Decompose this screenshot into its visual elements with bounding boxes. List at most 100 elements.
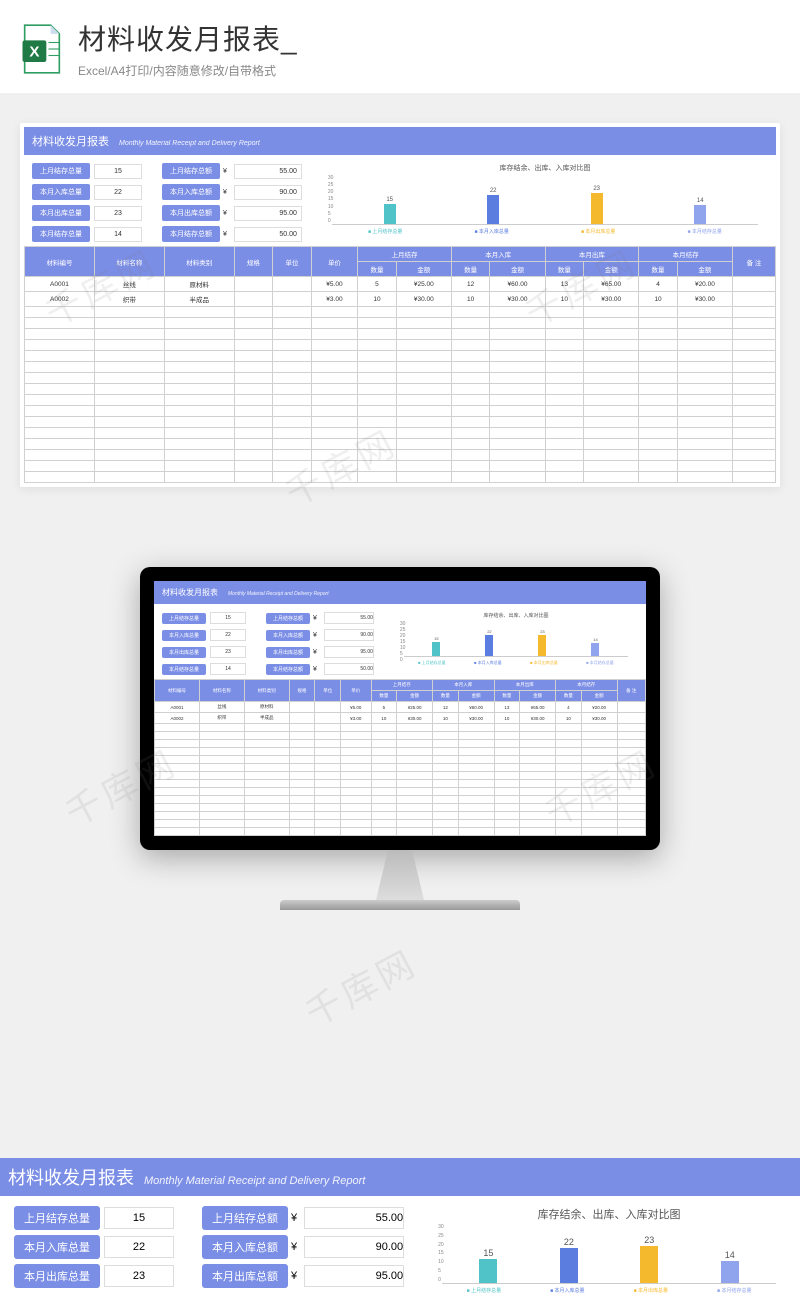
legend-item: 本月出库总量 xyxy=(581,228,615,235)
table-row xyxy=(155,732,646,740)
summary-section: 上月结存总量15本月入库总量22本月出库总量23本月结存总量14上月结存总额¥5… xyxy=(24,155,776,246)
summary-amt-item: 本月出库总额¥95.00 xyxy=(162,205,302,221)
table-row: A0001丝线原材料¥5.005¥25.0012¥60.0013¥65.004¥… xyxy=(25,277,776,292)
page-subtitle: Excel/A4打印/内容随意修改/自带格式 xyxy=(78,62,298,79)
comparison-chart: 库存结余、出库、入库对比图 30252015105015222314 上月结存总… xyxy=(432,1206,786,1294)
watermark: 千库网 xyxy=(295,935,425,1037)
table-row xyxy=(155,748,646,756)
legend-item: 本月结存总量 xyxy=(717,1287,751,1294)
monitor-mockup: 材料收发月报表 Monthly Material Receipt and Del… xyxy=(140,567,660,910)
table-row xyxy=(155,804,646,812)
chart-bar: 23 xyxy=(538,629,546,656)
table-row xyxy=(155,756,646,764)
summary-amt-item: 本月结存总额¥50.00 xyxy=(162,226,302,242)
summary-amt-item: 本月出库总额¥95.00 xyxy=(266,646,374,658)
table-row xyxy=(155,780,646,788)
legend-item: 上月结存总量 xyxy=(418,660,446,666)
table-row xyxy=(155,820,646,828)
summary-amt-item: 本月入库总额¥90.00 xyxy=(162,184,302,200)
report-title-cn: 材料收发月报表 xyxy=(32,133,109,149)
chart-bar: 23 xyxy=(640,1235,658,1283)
table-row xyxy=(155,788,646,796)
summary-qty-item: 本月出库总量23 xyxy=(32,205,142,221)
legend-item: 本月出库总量 xyxy=(530,660,558,666)
svg-text:X: X xyxy=(29,43,39,60)
table-row xyxy=(25,406,776,417)
table-row xyxy=(155,772,646,780)
table-row xyxy=(25,329,776,340)
table-row xyxy=(25,395,776,406)
report-title-bar: 材料收发月报表 Monthly Material Receipt and Del… xyxy=(154,581,646,604)
report-title-cn: 材料收发月报表 xyxy=(8,1164,134,1190)
table-row xyxy=(155,812,646,820)
page-header: X 材料收发月报表_ Excel/A4打印/内容随意修改/自带格式 xyxy=(0,0,800,93)
summary-qty-item: 本月结存总量14 xyxy=(162,663,246,675)
chart-bar: 15 xyxy=(432,636,440,656)
table-row xyxy=(25,384,776,395)
table-row xyxy=(25,318,776,329)
table-row xyxy=(25,461,776,472)
template-preview-closeup: 材料收发月报表 Monthly Material Receipt and Del… xyxy=(0,1158,800,1300)
table-row xyxy=(25,417,776,428)
summary-qty-item: 上月结存总量15 xyxy=(32,163,142,179)
chart-bar: 14 xyxy=(721,1250,739,1283)
table-row xyxy=(25,351,776,362)
summary-amt-item: 上月结存总额¥55.00 xyxy=(266,612,374,624)
table-row xyxy=(155,724,646,732)
summary-qty-item: 本月出库总量23 xyxy=(14,1264,174,1288)
table-row xyxy=(25,307,776,318)
legend-item: 本月入库总量 xyxy=(474,228,508,235)
comparison-chart: 库存结余、出库、入库对比图 30252015105015222314 上月结存总… xyxy=(394,612,638,675)
summary-qty-item: 上月结存总量15 xyxy=(14,1206,174,1230)
summary-qty-item: 上月结存总量15 xyxy=(162,612,246,624)
table-row xyxy=(25,439,776,450)
table-row xyxy=(155,740,646,748)
table-header-row: 材料编号材料名称材料类别规格单位单价 上月结存本月入库本月出库本月结存备 注 xyxy=(155,680,646,691)
legend-item: 本月出库总量 xyxy=(634,1287,668,1294)
summary-amt-item: 上月结存总额¥55.00 xyxy=(202,1206,404,1230)
summary-qty-item: 本月结存总量14 xyxy=(32,226,142,242)
legend-item: 本月结存总量 xyxy=(586,660,614,666)
chart-bar: 14 xyxy=(694,198,706,224)
chart-bar: 23 xyxy=(591,186,603,224)
report-title-cn: 材料收发月报表 xyxy=(162,587,218,598)
report-title-en: Monthly Material Receipt and Delivery Re… xyxy=(119,140,260,147)
summary-amt-item: 本月出库总额¥95.00 xyxy=(202,1264,404,1288)
chart-bar: 14 xyxy=(591,637,599,656)
table-row xyxy=(155,764,646,772)
report-title-en: Monthly Material Receipt and Delivery Re… xyxy=(228,591,329,597)
table-row xyxy=(25,472,776,483)
table-row xyxy=(25,373,776,384)
template-preview-large: 材料收发月报表 Monthly Material Receipt and Del… xyxy=(20,123,780,487)
table-row: A0001丝线原材料¥5.005¥25.0012¥60.0013¥65.004¥… xyxy=(155,702,646,713)
summary-qty-item: 本月入库总量22 xyxy=(14,1235,174,1259)
table-row: A0002织带半成品¥3.0010¥30.0010¥30.0010¥30.001… xyxy=(25,292,776,307)
chart-bar: 22 xyxy=(487,188,499,224)
material-table: 材料编号材料名称材料类别规格单位单价 上月结存本月入库本月出库本月结存备 注 数… xyxy=(24,246,776,483)
summary-qty-item: 本月入库总量22 xyxy=(162,629,246,641)
page-title: 材料收发月报表_ xyxy=(78,18,298,58)
table-row xyxy=(25,450,776,461)
legend-item: 上月结存总量 xyxy=(467,1287,501,1294)
chart-bar: 15 xyxy=(384,197,396,224)
summary-amt-item: 本月入库总额¥90.00 xyxy=(266,629,374,641)
table-row xyxy=(155,796,646,804)
table-row: A0002织带半成品¥3.0010¥30.0010¥30.0010¥30.001… xyxy=(155,713,646,724)
summary-section: 上月结存总量15本月入库总量22本月出库总量23本月结存总量14上月结存总额¥5… xyxy=(154,604,646,679)
chart-bar: 22 xyxy=(485,629,493,656)
table-header-row: 材料编号材料名称材料类别规格单位单价 上月结存本月入库本月出库本月结存备 注 xyxy=(25,247,776,262)
material-table: 材料编号材料名称材料类别规格单位单价 上月结存本月入库本月出库本月结存备 注 数… xyxy=(154,679,646,836)
report-title-en: Monthly Material Receipt and Delivery Re… xyxy=(144,1175,365,1187)
chart-bar: 22 xyxy=(560,1237,578,1283)
legend-item: 本月结存总量 xyxy=(687,228,721,235)
chart-bar: 15 xyxy=(479,1248,497,1283)
table-row xyxy=(155,828,646,836)
report-title-bar: 材料收发月报表 Monthly Material Receipt and Del… xyxy=(24,127,776,155)
summary-amt-item: 上月结存总额¥55.00 xyxy=(162,163,302,179)
table-row xyxy=(25,340,776,351)
summary-qty-item: 本月出库总量23 xyxy=(162,646,246,658)
summary-qty-item: 本月入库总量22 xyxy=(32,184,142,200)
summary-amt-item: 本月结存总额¥50.00 xyxy=(266,663,374,675)
table-row xyxy=(25,428,776,439)
table-row xyxy=(25,362,776,373)
